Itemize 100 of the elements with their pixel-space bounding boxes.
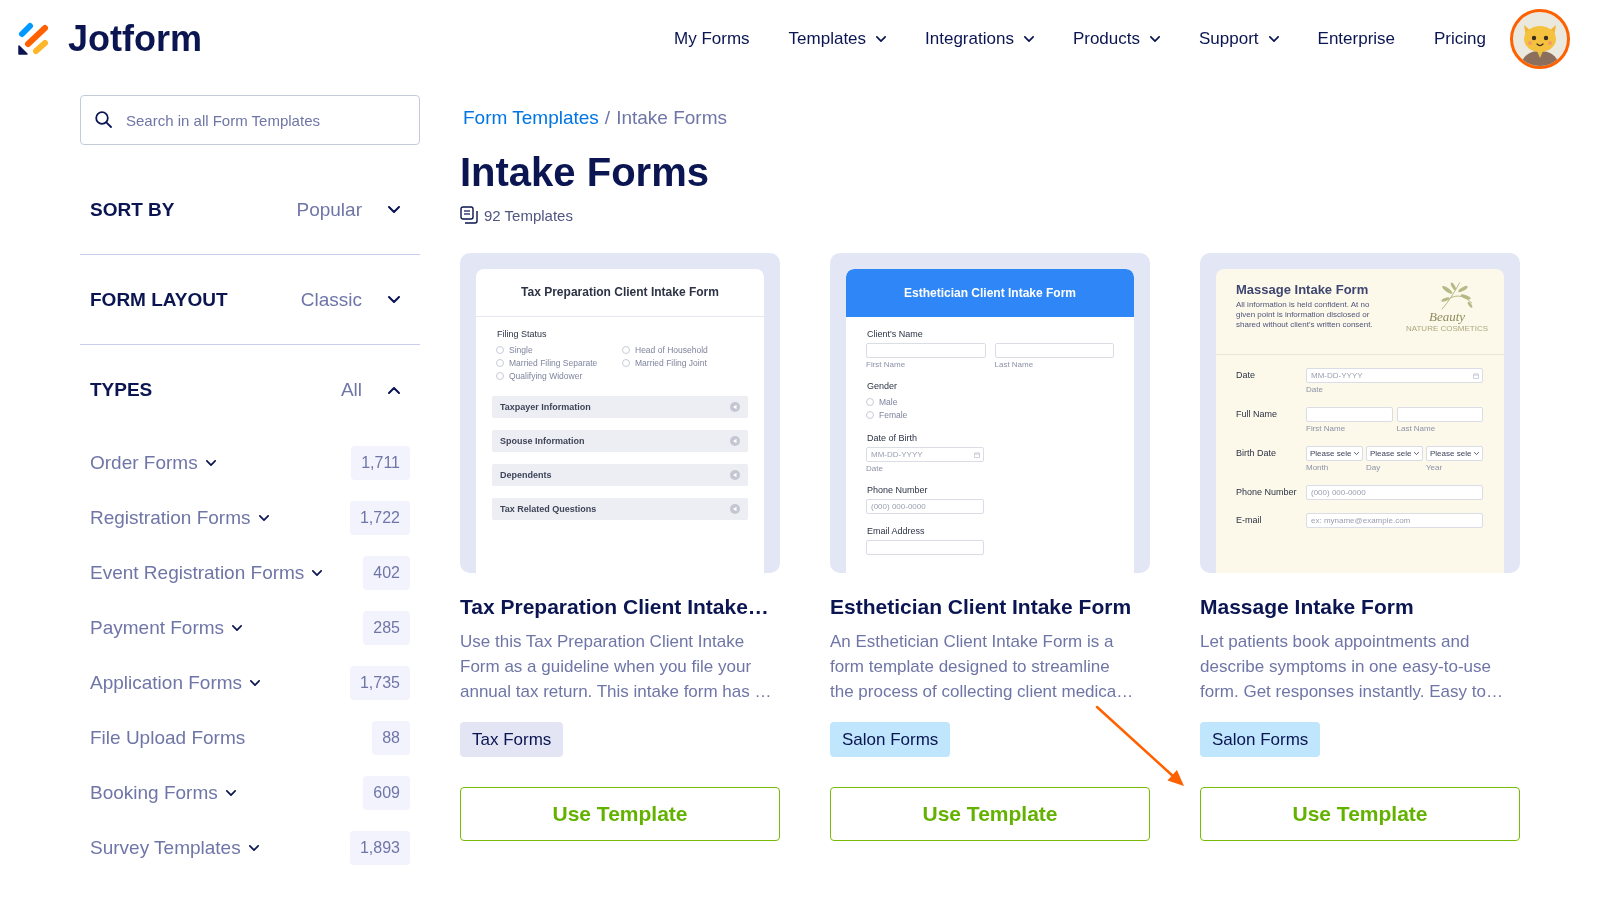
breadcrumb-current: Intake Forms <box>616 106 727 130</box>
caret-icon <box>730 436 740 446</box>
search-field[interactable]: Search in all Form Templates <box>80 95 420 145</box>
select-field[interactable]: Please sele <box>1306 446 1363 461</box>
category-tag[interactable]: Tax Forms <box>460 722 564 757</box>
category-link[interactable]: File Upload Forms <box>90 726 246 749</box>
field-label: Phone Number <box>866 485 928 496</box>
radio-button[interactable] <box>496 345 504 354</box>
option-label: Female <box>879 409 908 420</box>
filter-dropdown[interactable]: SORT BY Popular <box>80 165 420 255</box>
option-label: Qualifying Widower <box>509 370 583 381</box>
input-field[interactable] <box>866 540 984 555</box>
nav-link[interactable]: Enterprise <box>1317 29 1396 49</box>
radio-button[interactable] <box>866 397 874 406</box>
section-title: Taxpayer Information <box>500 402 591 412</box>
caret-icon <box>730 504 740 514</box>
nav-link[interactable]: Support <box>1199 29 1279 49</box>
input-field[interactable] <box>1306 407 1393 422</box>
date-field[interactable]: MM-DD-YYYY <box>866 447 984 462</box>
filter-value: Popular <box>296 198 362 221</box>
radio-button[interactable] <box>622 358 630 367</box>
filter-dropdown[interactable]: TYPES All <box>80 345 420 435</box>
field-label: Gender <box>866 381 898 392</box>
calendar-icon <box>1473 372 1479 379</box>
radio-button[interactable] <box>496 358 504 367</box>
input-field[interactable]: (000) 000-0000 <box>866 499 984 514</box>
option-label: Single <box>509 344 533 355</box>
option-label: Head of Household <box>635 344 708 355</box>
input-field[interactable]: ex: myname@example.com <box>1306 513 1483 528</box>
caret-icon <box>730 470 740 480</box>
template-description: Use this Tax Preparation Client Intake Form as a guideline when you file your annual tax return. This intake form has … <box>460 631 772 703</box>
category-link[interactable]: Booking Forms <box>90 781 236 804</box>
radio-button[interactable] <box>866 410 874 419</box>
category-tag[interactable]: Salon Forms <box>1200 722 1321 757</box>
page-title: Intake Forms <box>460 149 709 196</box>
field-sublabel: Year <box>1426 463 1443 472</box>
chevron-down-icon <box>1474 452 1479 455</box>
template-description: Let patients book appointments and describe symptoms in one easy-to-use form. Get responses instantly. Easy to… <box>1200 631 1503 703</box>
input-field[interactable]: (000) 000-0000 <box>1306 485 1483 500</box>
field-sublabel: First Name <box>1306 424 1346 433</box>
field-label: Date <box>1236 369 1256 382</box>
input-field[interactable] <box>866 343 986 358</box>
chevron-down-icon <box>1414 452 1419 455</box>
nav-link[interactable]: Products <box>1072 29 1160 49</box>
nav-link[interactable]: Pricing <box>1434 29 1486 49</box>
field-label: Birth Date <box>1236 447 1278 460</box>
filter-value: All <box>340 379 362 401</box>
category-link[interactable]: Event Registration Forms <box>90 561 323 584</box>
template-title: Massage Intake Form <box>1200 594 1414 620</box>
nav-link[interactable]: Integrations <box>925 29 1034 49</box>
count-badge: 1,735 <box>349 665 410 700</box>
count-badge: 88 <box>372 720 410 755</box>
field-sublabel: Last Name <box>1396 424 1436 433</box>
field-sublabel: Last Name <box>994 360 1034 369</box>
breadcrumb-link[interactable]: Form Templates <box>463 106 599 130</box>
template-description: An Esthetician Client Intake Form is a form template designed to streamline the process of collecting client medica… <box>830 631 1134 703</box>
logo-tagline: NATURE COSMETICS <box>1405 324 1489 334</box>
category-link[interactable]: Application Forms <box>90 671 261 694</box>
radio-button[interactable] <box>622 345 630 354</box>
filter-value: Classic <box>300 288 362 311</box>
radio-button[interactable] <box>496 371 504 380</box>
input-field[interactable] <box>1396 407 1483 422</box>
template-title: Esthetician Client Intake Form <box>830 594 1132 620</box>
field-label: Date of Birth <box>866 433 918 444</box>
field-sublabel: Date <box>866 464 883 473</box>
category-link[interactable]: Order Forms <box>90 451 216 474</box>
count-badge: 609 <box>363 775 410 810</box>
breadcrumb-separator: / <box>604 106 611 130</box>
filter-dropdown[interactable]: FORM LAYOUT Classic <box>80 255 420 345</box>
field-sublabel: Day <box>1366 463 1381 472</box>
date-field[interactable]: MM-DD-YYYY <box>1306 368 1483 383</box>
chevron-down-icon <box>1354 452 1359 455</box>
field-label: Phone Number <box>1236 486 1298 499</box>
nav-link[interactable]: My Forms <box>674 29 750 49</box>
field-sublabel: First Name <box>866 360 906 369</box>
logo-icon[interactable] <box>17 22 51 56</box>
count-badge: 285 <box>363 610 410 645</box>
field-sublabel: Date <box>1306 385 1323 394</box>
option-label: Married Filing Joint <box>635 357 707 368</box>
form-title: Massage Intake Form <box>1236 282 1369 297</box>
select-field[interactable]: Please sele <box>1426 446 1483 461</box>
form-subtitle: All information is held confident. At no given point is information disclosed or shared without client's written consent. <box>1236 300 1374 330</box>
category-link[interactable]: Payment Forms <box>90 616 243 639</box>
nav-link[interactable]: Templates <box>788 29 887 49</box>
form-title: Esthetician Client Intake Form <box>903 285 1076 301</box>
field-label: Client's Name <box>866 329 923 340</box>
field-sublabel: Month <box>1306 463 1329 472</box>
category-link[interactable]: Survey Templates <box>90 836 259 859</box>
select-field[interactable]: Please sele <box>1366 446 1423 461</box>
cat-avatar-icon[interactable] <box>1510 9 1570 69</box>
count-badge: 1,711 <box>351 445 410 480</box>
category-tag[interactable]: Salon Forms <box>830 722 951 757</box>
brand-name[interactable]: Jotform <box>68 18 202 60</box>
filter-label: SORT BY <box>90 198 175 221</box>
option-label: Married Filing Separate <box>509 357 598 368</box>
input-field[interactable] <box>994 343 1114 358</box>
form-title: Tax Preparation Client Intake Form <box>521 285 719 300</box>
logo-text: Beauty <box>1428 310 1466 324</box>
category-link[interactable]: Registration Forms <box>90 506 269 529</box>
filter-label: FORM LAYOUT <box>90 288 228 311</box>
